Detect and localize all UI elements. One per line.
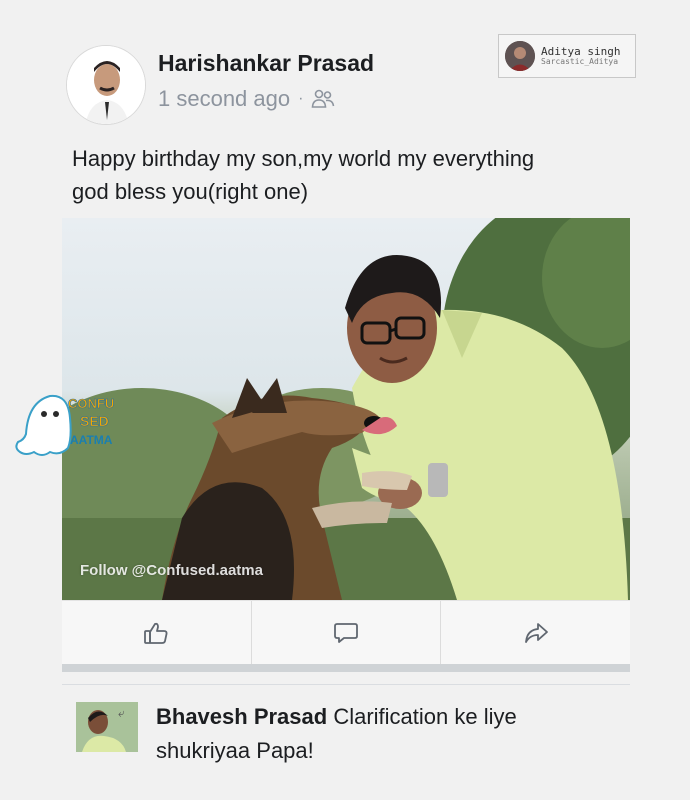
author-avatar[interactable] <box>66 45 146 125</box>
badge-avatar <box>505 41 535 71</box>
post-timestamp[interactable]: 1 second ago <box>158 86 290 112</box>
friends-icon <box>311 88 335 110</box>
photo-watermark: Follow @Confused.aatma <box>80 562 263 579</box>
post-caption: Happy birthday my son,my world my everyt… <box>72 142 642 208</box>
comments-divider <box>62 664 630 672</box>
divider-line <box>62 684 630 685</box>
meta-separator: · <box>298 90 304 107</box>
post-photo[interactable] <box>62 218 630 600</box>
reply-arrow-icon: ⤶ <box>118 706 125 720</box>
badge-name: Aditya singh <box>541 45 621 59</box>
caption-line: god bless you(right one) <box>72 179 309 204</box>
creator-badge: Aditya singh Sarcastic_Aditya <box>498 34 636 78</box>
facebook-post: Harishankar Prasad 1 second ago · Aditya… <box>0 0 690 800</box>
logo-text: SED <box>80 413 109 429</box>
comment-icon <box>334 622 358 643</box>
comment-body: Bhavesh Prasad Clarification ke liye shu… <box>156 700 626 768</box>
commenter-avatar[interactable] <box>76 702 138 752</box>
comment-text: shukriyaa Papa! <box>156 738 314 763</box>
post-actions-bar <box>62 600 630 664</box>
post-meta: 1 second ago · <box>158 86 335 112</box>
like-button[interactable] <box>62 601 252 664</box>
comment-button[interactable] <box>252 601 442 664</box>
like-icon <box>144 622 168 644</box>
share-icon <box>524 622 548 643</box>
caption-line: Happy birthday my son,my world my everyt… <box>72 146 535 171</box>
badge-handle: Sarcastic_Aditya <box>541 56 619 66</box>
share-button[interactable] <box>441 601 630 664</box>
ghost-logo-icon: CONFU SED AATMA <box>10 382 126 458</box>
logo-text: CONFU <box>68 396 114 411</box>
comment-text: Clarification ke liye <box>333 704 517 729</box>
post-author-name[interactable]: Harishankar Prasad <box>158 50 374 77</box>
comment-author[interactable]: Bhavesh Prasad <box>156 704 327 729</box>
logo-text: AATMA <box>70 433 113 447</box>
